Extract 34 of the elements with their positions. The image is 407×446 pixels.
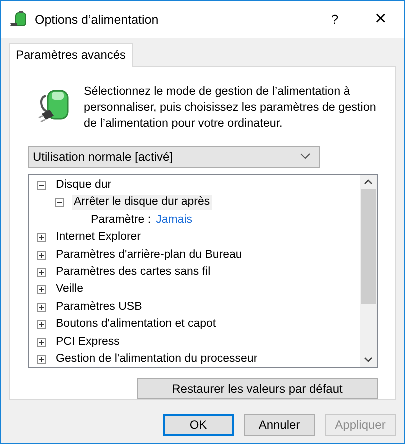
expand-toggle[interactable] xyxy=(37,250,46,260)
expand-toggle[interactable] xyxy=(37,285,46,294)
tab[interactable]: Paramètres avancés xyxy=(9,43,134,67)
close-button[interactable]: × xyxy=(358,4,404,34)
expand-toggle[interactable] xyxy=(37,320,46,330)
scrollbar[interactable] xyxy=(360,174,377,367)
tree-item[interactable]: Boutons d'alimentation et capot xyxy=(54,317,218,332)
window-title: Options d’alimentation xyxy=(35,12,160,26)
expand-toggle[interactable] xyxy=(37,338,46,347)
expand-toggle[interactable] xyxy=(37,302,46,312)
tree-item[interactable]: Veille xyxy=(54,282,86,298)
expand-toggle[interactable] xyxy=(37,268,46,277)
dialog-button[interactable]: Annuler xyxy=(244,414,315,436)
tree-item[interactable]: Paramètres des cartes sans fil xyxy=(54,264,213,280)
tree-item[interactable]: Paramètres USB xyxy=(54,300,144,315)
help-button[interactable]: ? xyxy=(312,4,358,34)
battery-plug-icon xyxy=(10,10,28,28)
tree-item[interactable]: PCI Express xyxy=(54,334,122,350)
restore-defaults-button[interactable]: Restaurer les valeurs par défaut xyxy=(137,378,378,399)
expand-toggle[interactable] xyxy=(37,354,46,364)
setting-value[interactable]: Jamais xyxy=(156,214,193,226)
setting-label: Paramètre : xyxy=(91,214,152,226)
collapse-toggle[interactable] xyxy=(37,181,46,190)
expand-toggle[interactable] xyxy=(37,233,46,242)
tree-item[interactable]: Internet Explorer xyxy=(54,230,144,246)
tree-item[interactable]: Paramètres d'arrière-plan du Bureau xyxy=(54,248,244,263)
tree-item[interactable]: Disque dur xyxy=(54,178,114,193)
instructions-text: Sélectionnez le mode de gestion de l’alimentation à personnaliser, puis choisissez les paramètres de gestion de l’alimentation pour votre ordinateur. xyxy=(84,84,378,132)
tree-item[interactable]: Arrêter le disque dur après xyxy=(72,195,212,210)
chevron-down-icon xyxy=(300,153,311,160)
power-plan-dropdown[interactable]: Utilisation normale [activé] xyxy=(28,146,320,168)
collapse-toggle[interactable] xyxy=(55,198,64,208)
dialog-button[interactable]: OK xyxy=(163,414,234,436)
tree-item[interactable]: Gestion de l'alimentation du processeur xyxy=(54,352,260,367)
